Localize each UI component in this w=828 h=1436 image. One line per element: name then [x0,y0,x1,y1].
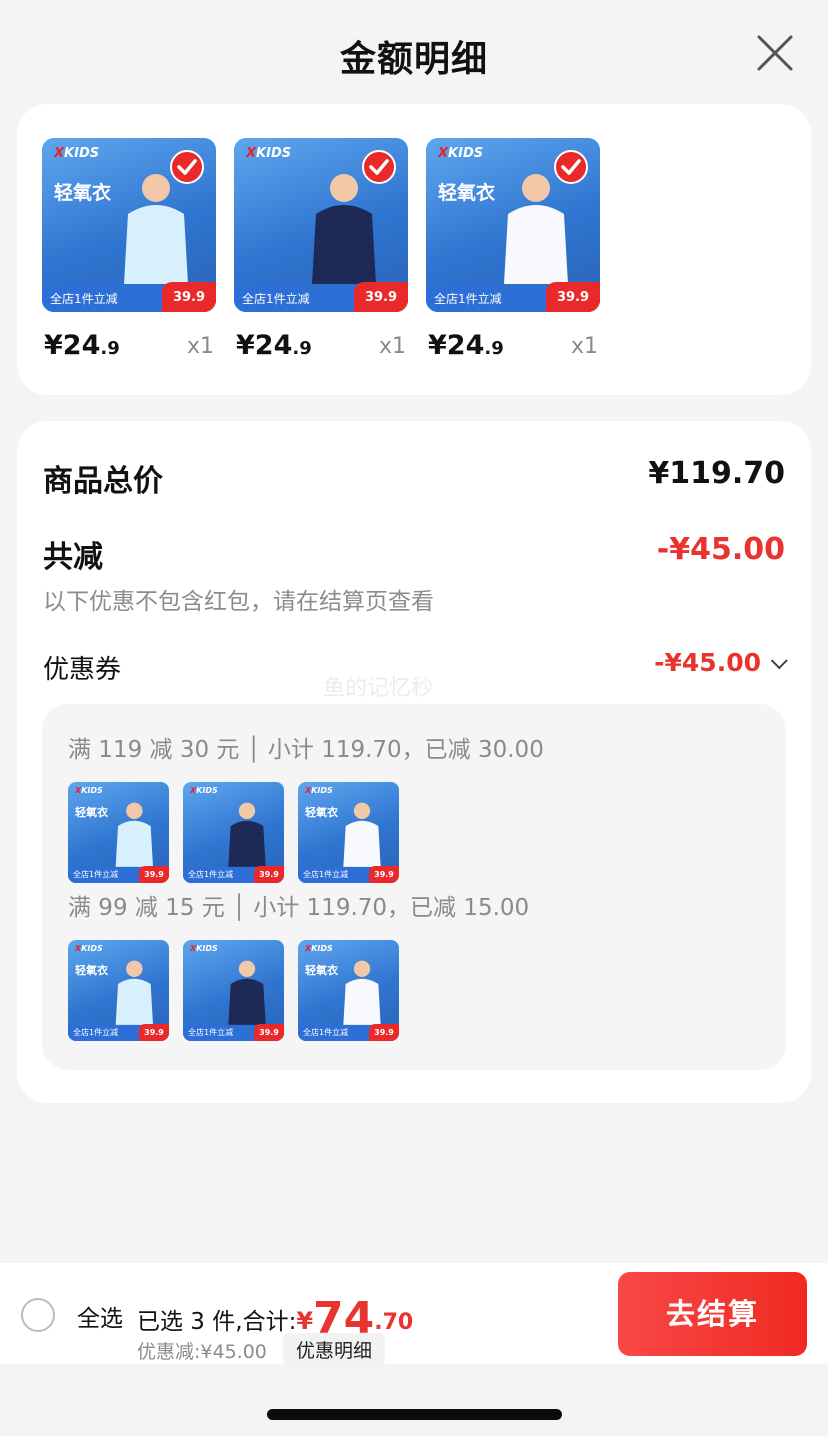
check-icon [369,159,389,175]
reduce-value: -¥45.00 [656,532,785,567]
product-price: ¥24.9 [236,330,312,361]
selected-count-text: 已选 3 件,合计: [137,1309,297,1335]
product-item[interactable]: XKIDS 全店1件立减 39.9 ¥24.9 x1 [234,138,408,366]
price-row: ¥24.9 x1 [426,326,600,366]
brand-logo: XKIDS [438,146,484,161]
select-all-radio[interactable] [21,1298,55,1332]
product-thumbnail[interactable]: XKIDS 全店1件立减 39.9 [183,940,284,1041]
product-item[interactable]: XKIDS 轻氧衣 全店1件立减 39.9 ¥24.9 x1 [42,138,216,366]
total-currency: ¥ [296,1307,314,1335]
product-image[interactable]: XKIDS 轻氧衣 全店1件立减 39.9 [426,138,600,312]
discount-note: 以下优惠不包含红包，请在结算页查看 [43,589,434,615]
product-price: ¥24.9 [44,330,120,361]
total-price-value: ¥119.70 [648,456,785,491]
coupon-detail-box: 满 119 减 30 元 │ 小计 119.70，已减 30.00 XKIDS 轻… [42,704,786,1070]
selected-check-badge[interactable] [554,150,588,184]
price-row: ¥24.9 x1 [42,326,216,366]
product-price: ¥24.9 [428,330,504,361]
tag-price: 39.9 [546,282,600,312]
product-headline: 轻氧衣 [438,182,496,204]
coupon-tier-text: 满 119 减 30 元 │ 小计 119.70，已减 30.00 [68,737,544,763]
total-decimal: .70 [374,1310,414,1335]
product-headline: 轻氧衣 [54,182,112,204]
total-price-label: 商品总价 [43,464,163,499]
tag-price: 39.9 [162,282,216,312]
coupon-tier: 满 119 减 30 元 │ 小计 119.70，已减 30.00 XKIDS 轻… [68,730,768,883]
selected-check-badge[interactable] [362,150,396,184]
product-quantity: x1 [378,334,406,359]
product-image[interactable]: XKIDS 轻氧衣 全店1件立减 39.9 [42,138,216,312]
selected-check-badge[interactable] [170,150,204,184]
coupon-tier-products: XKIDS 轻氧衣 全店1件立减 39.9 XKIDS 全店1件立减 39.9 XKI… [68,782,768,883]
promo-banner-text: 全店1件立减 [50,292,118,306]
reduce-label: 共减 [43,540,103,575]
coupon-tier-text: 满 99 减 15 元 │ 小计 119.70，已减 15.00 [68,895,530,921]
discount-detail-button[interactable]: 优惠明细 [283,1333,386,1366]
price-row: ¥24.9 x1 [234,326,408,366]
coupon-value: -¥45.00 [654,648,761,677]
home-indicator[interactable] [267,1409,562,1420]
promo-banner-text: 全店1件立减 [434,292,502,306]
close-button[interactable] [756,34,794,72]
checkout-bar: 全选 已选 3 件,合计:¥74.70 优惠减:¥45.00 优惠明细 去结算 [0,1263,828,1366]
product-quantity: x1 [186,334,214,359]
select-all-label[interactable]: 全选 [77,1299,123,1333]
coupon-tier: 满 99 减 15 元 │ 小计 119.70，已减 15.00 XKIDS 轻氧… [68,888,768,1041]
product-thumbnail[interactable]: XKIDS 轻氧衣 全店1件立减 39.9 [68,782,169,883]
product-thumbnail[interactable]: XKIDS 轻氧衣 全店1件立减 39.9 [298,782,399,883]
discount-amount-text: 优惠减:¥45.00 [137,1341,267,1363]
product-item[interactable]: XKIDS 轻氧衣 全店1件立减 39.9 ¥24.9 x1 [426,138,600,366]
brand-logo: XKIDS [246,146,292,161]
product-thumbnail[interactable]: XKIDS 全店1件立减 39.9 [183,782,284,883]
product-image[interactable]: XKIDS 全店1件立减 39.9 [234,138,408,312]
chevron-down-icon [770,652,788,670]
product-thumbnail[interactable]: XKIDS 轻氧衣 全店1件立减 39.9 [68,940,169,1041]
check-icon [177,159,197,175]
product-quantity: x1 [570,334,598,359]
coupon-label: 优惠券 [43,655,122,685]
watermark: 鱼的记忆秒 [323,676,434,701]
checkout-button[interactable]: 去结算 [618,1272,807,1356]
check-icon [561,159,581,175]
page-title: 金额明细 [339,39,488,80]
coupon-tier-products: XKIDS 轻氧衣 全店1件立减 39.9 XKIDS 全店1件立减 39.9 XKI… [68,940,768,1041]
coupon-toggle[interactable]: -¥45.00 [654,648,788,677]
close-icon [757,35,793,71]
promo-banner-text: 全店1件立减 [242,292,310,306]
products-card: XKIDS 轻氧衣 全店1件立减 39.9 ¥24.9 x1 XKIDS 全店1… [17,104,811,395]
tag-price: 39.9 [354,282,408,312]
brand-logo: XKIDS [54,146,100,161]
summary-card: 商品总价 ¥119.70 共减 -¥45.00 以下优惠不包含红包，请在结算页查… [17,421,811,1103]
product-thumbnail[interactable]: XKIDS 轻氧衣 全店1件立减 39.9 [298,940,399,1041]
sheet-header: 金额明细 [0,0,828,104]
